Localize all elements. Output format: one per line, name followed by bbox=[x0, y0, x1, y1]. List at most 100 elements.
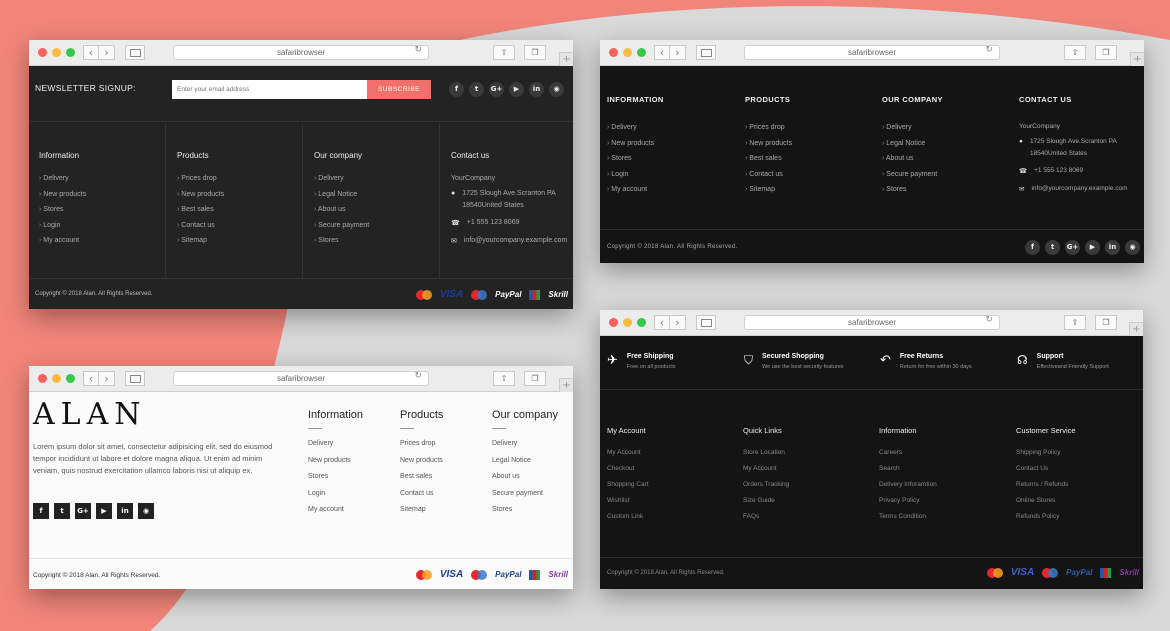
footer-link[interactable]: Shopping Cart bbox=[607, 481, 743, 488]
reload-icon[interactable]: ↻ bbox=[414, 45, 422, 55]
address-bar[interactable]: safaribrowser ↻ bbox=[173, 371, 429, 386]
footer-link[interactable]: About us bbox=[492, 473, 572, 480]
footer-link[interactable]: Login bbox=[308, 490, 400, 497]
sidebar-toggle-button[interactable] bbox=[125, 45, 145, 60]
footer-link[interactable]: Online Stores bbox=[1016, 497, 1126, 504]
footer-link[interactable]: Login bbox=[607, 171, 745, 178]
minimize-window-button[interactable] bbox=[52, 374, 61, 383]
footer-link[interactable]: Shipping Policy bbox=[1016, 449, 1126, 456]
new-tab-button[interactable]: + bbox=[559, 52, 573, 66]
forward-button[interactable]: › bbox=[99, 371, 115, 386]
footer-link[interactable]: Prices drop bbox=[177, 175, 302, 182]
footer-link[interactable]: Store Location bbox=[743, 449, 879, 456]
footer-link[interactable]: Returns / Refunds bbox=[1016, 481, 1126, 488]
youtube-icon[interactable]: ▶ bbox=[509, 82, 524, 97]
zoom-window-button[interactable] bbox=[66, 48, 75, 57]
footer-link[interactable]: Stores bbox=[314, 237, 439, 244]
footer-link[interactable]: Wishlist bbox=[607, 497, 743, 504]
footer-link[interactable]: FAQs bbox=[743, 513, 879, 520]
footer-link[interactable]: Best sales bbox=[745, 155, 882, 162]
footer-link[interactable]: Careers bbox=[879, 449, 1016, 456]
back-button[interactable]: ‹ bbox=[654, 315, 670, 330]
footer-link[interactable]: Stores bbox=[492, 506, 572, 513]
close-window-button[interactable] bbox=[609, 48, 618, 57]
new-tab-button[interactable]: + bbox=[1130, 52, 1144, 66]
google-plus-icon[interactable]: G+ bbox=[75, 503, 91, 519]
github-icon[interactable]: ◉ bbox=[138, 503, 154, 519]
footer-link[interactable]: Refunds Policy bbox=[1016, 513, 1126, 520]
footer-link[interactable]: My account bbox=[39, 237, 165, 244]
address-bar[interactable]: safaribrowser ↻ bbox=[173, 45, 429, 60]
footer-link[interactable]: Contact Us bbox=[1016, 465, 1126, 472]
footer-link[interactable]: New products bbox=[607, 140, 745, 147]
new-tab-button[interactable]: + bbox=[1129, 322, 1143, 336]
footer-link[interactable]: Delivery Inforamtion bbox=[879, 481, 1016, 488]
tabs-button[interactable]: ❐ bbox=[1095, 45, 1117, 60]
back-button[interactable]: ‹ bbox=[83, 371, 99, 386]
reload-icon[interactable]: ↻ bbox=[414, 371, 422, 381]
facebook-icon[interactable]: f bbox=[1025, 240, 1040, 255]
footer-link[interactable]: New products bbox=[39, 191, 165, 198]
footer-link[interactable]: Prices drop bbox=[745, 124, 882, 131]
close-window-button[interactable] bbox=[38, 374, 47, 383]
footer-link[interactable]: About us bbox=[882, 155, 1019, 162]
footer-link[interactable]: Legal Notice bbox=[492, 457, 572, 464]
footer-link[interactable]: Delivery bbox=[39, 175, 165, 182]
footer-link[interactable]: Size Guide bbox=[743, 497, 879, 504]
share-button[interactable]: ⇧ bbox=[493, 45, 515, 60]
github-icon[interactable]: ◉ bbox=[1125, 240, 1140, 255]
footer-link[interactable]: Prices drop bbox=[400, 440, 492, 447]
reload-icon[interactable]: ↻ bbox=[985, 45, 993, 55]
footer-link[interactable]: Contact us bbox=[400, 490, 492, 497]
forward-button[interactable]: › bbox=[99, 45, 115, 60]
footer-link[interactable]: Search bbox=[879, 465, 1016, 472]
footer-link[interactable]: Privacy Policy bbox=[879, 497, 1016, 504]
subscribe-button[interactable]: SUBSCRIBE bbox=[367, 80, 431, 99]
footer-link[interactable]: Delivery bbox=[314, 175, 439, 182]
footer-link[interactable]: Sitemap bbox=[400, 506, 492, 513]
back-button[interactable]: ‹ bbox=[83, 45, 99, 60]
footer-link[interactable]: New products bbox=[177, 191, 302, 198]
linkedin-icon[interactable]: in bbox=[117, 503, 133, 519]
close-window-button[interactable] bbox=[38, 48, 47, 57]
footer-link[interactable]: Contact us bbox=[177, 222, 302, 229]
footer-link[interactable]: Custom Link bbox=[607, 513, 743, 520]
minimize-window-button[interactable] bbox=[623, 48, 632, 57]
footer-link[interactable]: Secure payment bbox=[492, 490, 572, 497]
sidebar-toggle-button[interactable] bbox=[125, 371, 145, 386]
youtube-icon[interactable]: ▶ bbox=[1085, 240, 1100, 255]
footer-link[interactable]: Delivery bbox=[308, 440, 400, 447]
footer-link[interactable]: Stores bbox=[607, 155, 745, 162]
footer-link[interactable]: Secure payment bbox=[314, 222, 439, 229]
email-address[interactable]: info@yourcompany.example.com bbox=[1031, 185, 1127, 193]
share-button[interactable]: ⇧ bbox=[493, 371, 515, 386]
footer-link[interactable]: Best sales bbox=[400, 473, 492, 480]
footer-link[interactable]: Contact us bbox=[745, 171, 882, 178]
footer-link[interactable]: Legal Notice bbox=[314, 191, 439, 198]
footer-link[interactable]: My account bbox=[607, 186, 745, 193]
footer-link[interactable]: Sitemap bbox=[177, 237, 302, 244]
address-bar[interactable]: safaribrowser ↻ bbox=[744, 315, 1000, 330]
footer-link[interactable]: About us bbox=[314, 206, 439, 213]
footer-link[interactable]: My Account bbox=[743, 465, 879, 472]
footer-link[interactable]: Delivery bbox=[607, 124, 745, 131]
share-button[interactable]: ⇧ bbox=[1064, 315, 1086, 330]
footer-link[interactable]: Stores bbox=[308, 473, 400, 480]
forward-button[interactable]: › bbox=[670, 45, 686, 60]
footer-link[interactable]: Legal Notice bbox=[882, 140, 1019, 147]
twitter-icon[interactable]: t bbox=[469, 82, 484, 97]
facebook-icon[interactable]: f bbox=[449, 82, 464, 97]
footer-link[interactable]: Orders Tracking bbox=[743, 481, 879, 488]
sidebar-toggle-button[interactable] bbox=[696, 45, 716, 60]
footer-link[interactable]: Secure payment bbox=[882, 171, 1019, 178]
close-window-button[interactable] bbox=[609, 318, 618, 327]
zoom-window-button[interactable] bbox=[637, 318, 646, 327]
youtube-icon[interactable]: ▶ bbox=[96, 503, 112, 519]
address-bar[interactable]: safaribrowser ↻ bbox=[744, 45, 1000, 60]
footer-link[interactable]: New products bbox=[308, 457, 400, 464]
footer-link[interactable]: My account bbox=[308, 506, 400, 513]
tabs-button[interactable]: ❐ bbox=[1095, 315, 1117, 330]
sidebar-toggle-button[interactable] bbox=[696, 315, 716, 330]
footer-link[interactable]: Stores bbox=[882, 186, 1019, 193]
zoom-window-button[interactable] bbox=[66, 374, 75, 383]
